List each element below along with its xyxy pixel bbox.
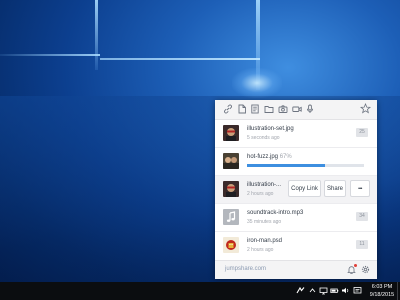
share-button[interactable]: Share (324, 180, 346, 197)
network-icon[interactable] (319, 286, 328, 295)
list-item[interactable]: illustration-set.jpg 5 seconds ago 25 (215, 120, 377, 148)
file-timestamp: 2 hours ago (247, 247, 274, 253)
jumpshare-panel: illustration-set.jpg 5 seconds ago 25 ho… (215, 100, 377, 279)
file-thumbnail (223, 153, 239, 169)
file-list: illustration-set.jpg 5 seconds ago 25 ho… (215, 120, 377, 258)
wallpaper-light-beam (100, 58, 260, 60)
file-thumbnail (223, 181, 239, 197)
taskbar: 6:03 PM 9/18/2015 (0, 282, 400, 300)
upload-progress-fill (247, 164, 326, 167)
link-icon[interactable] (223, 104, 233, 114)
star-icon[interactable] (360, 103, 371, 114)
video-icon[interactable] (292, 104, 302, 114)
battery-icon[interactable] (330, 286, 339, 295)
copy-link-button[interactable]: Copy Link (288, 180, 321, 197)
action-center-icon[interactable] (353, 286, 362, 295)
file-icon[interactable] (237, 104, 247, 114)
wallpaper-light-beam (95, 0, 98, 70)
list-item[interactable]: soundtrack-intro.mp3 35 minutes ago 34 (215, 204, 377, 232)
clock-time: 6:03 PM (371, 284, 393, 290)
upload-percent: 67% (279, 154, 292, 160)
file-thumbnail (223, 237, 239, 253)
file-name: illustration-... (247, 182, 282, 188)
wallpaper-glow (232, 68, 282, 98)
more-options-button[interactable]: ••• (350, 180, 370, 197)
camera-icon[interactable] (278, 104, 288, 114)
view-count-badge: 25 (356, 128, 368, 137)
volume-icon[interactable] (341, 286, 350, 295)
folder-icon[interactable] (264, 104, 274, 114)
notification-dot (354, 264, 357, 267)
view-count-badge: 11 (356, 240, 368, 249)
file-thumbnail (223, 125, 239, 141)
list-item[interactable]: hot-fuzz.jpg 67% (215, 148, 377, 176)
file-name: hot-fuzz.jpg 67% (247, 154, 292, 160)
file-name: illustration-set.jpg (247, 126, 294, 132)
gear-icon[interactable] (361, 265, 370, 274)
music-note-icon (223, 209, 239, 225)
website-link[interactable]: jumpshare.com (225, 266, 266, 272)
chevron-up-icon[interactable] (308, 286, 317, 295)
microphone-icon[interactable] (305, 104, 315, 114)
list-item[interactable]: illustration-... 2 hours ago Copy Link S… (215, 176, 377, 204)
note-icon[interactable] (250, 104, 260, 114)
wallpaper-light-beam (0, 54, 100, 56)
clock-date: 9/18/2015 (369, 292, 395, 298)
jumpshare-tray-icon[interactable] (296, 286, 305, 295)
file-timestamp: 2 hours ago (247, 191, 274, 197)
file-name: soundtrack-intro.mp3 (247, 210, 304, 216)
file-timestamp: 5 seconds ago (247, 135, 280, 141)
panel-footer: jumpshare.com (215, 260, 377, 279)
upload-toolbar (215, 100, 377, 120)
upload-progress-bar (247, 164, 364, 167)
file-timestamp: 35 minutes ago (247, 219, 282, 225)
file-name: iron-man.psd (247, 238, 283, 244)
view-count-badge: 34 (356, 212, 368, 221)
list-item[interactable]: iron-man.psd 2 hours ago 11 (215, 232, 377, 259)
taskbar-clock[interactable]: 6:03 PM 9/18/2015 (366, 283, 398, 299)
bell-icon[interactable] (347, 264, 357, 274)
file-name-text: hot-fuzz.jpg (247, 154, 279, 160)
